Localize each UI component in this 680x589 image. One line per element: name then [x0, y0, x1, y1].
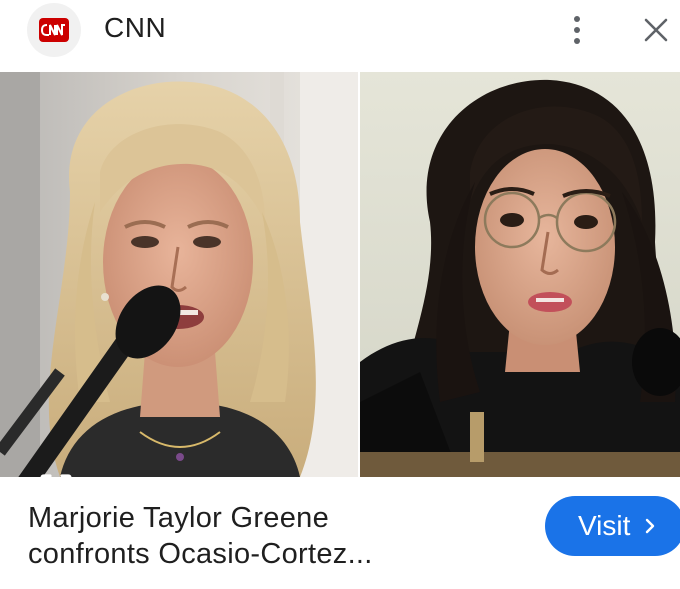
app-header: CNN [0, 0, 680, 72]
article-image[interactable] [0, 72, 680, 477]
cnn-logo-icon [41, 24, 65, 36]
headline-line-2: confronts Ocasio-Cortez... [28, 538, 373, 570]
visit-button[interactable]: Visit [545, 496, 680, 556]
chevron-right-icon [646, 518, 655, 534]
visit-button-label: Visit [578, 510, 631, 541]
more-dot [574, 27, 580, 33]
photo-left [0, 72, 358, 477]
source-name: CNN [104, 12, 167, 43]
cnn-logo [27, 3, 81, 57]
close-icon[interactable] [638, 12, 674, 48]
google-lens-icon[interactable] [36, 470, 76, 477]
headline-line-1: Marjorie Taylor Greene [28, 502, 330, 534]
more-dot [574, 16, 580, 22]
more-options-icon[interactable] [562, 10, 592, 50]
article-headline[interactable]: Marjorie Taylor Greene confronts Ocasio-… [28, 500, 488, 572]
more-dot [574, 38, 580, 44]
cnn-logo-badge [39, 18, 69, 42]
photo-right [360, 72, 680, 477]
